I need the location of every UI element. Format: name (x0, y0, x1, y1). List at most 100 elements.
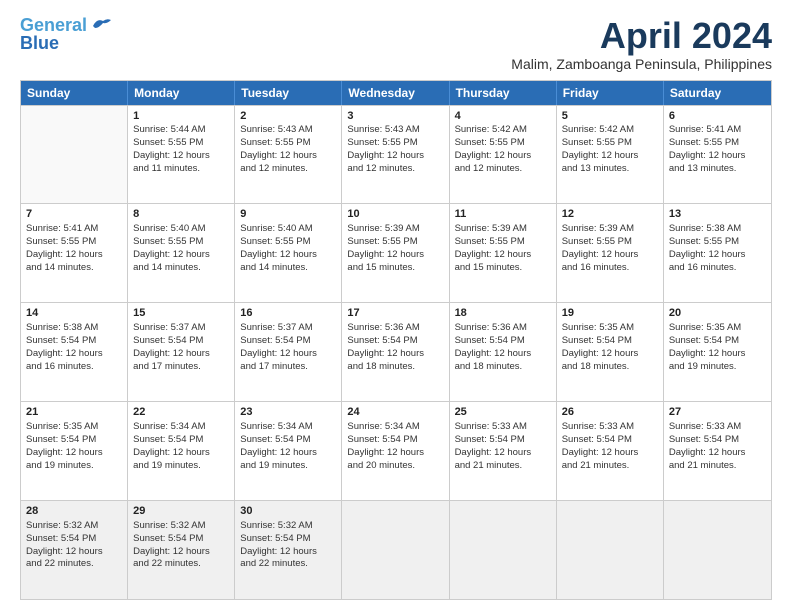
day-number: 9 (240, 207, 336, 222)
daylight-label: Daylight: 12 hours (669, 348, 746, 359)
daylight-minutes: and 14 minutes. (240, 262, 308, 273)
daylight-minutes: and 21 minutes. (562, 460, 630, 471)
sunrise-label: Sunrise: 5:40 AM (240, 223, 312, 234)
day-number: 24 (347, 405, 443, 420)
day-number: 30 (240, 504, 336, 519)
sunset-label: Sunset: 5:55 PM (455, 137, 525, 148)
daylight-minutes: and 13 minutes. (562, 163, 630, 174)
daylight-minutes: and 22 minutes. (240, 558, 308, 569)
sunset-label: Sunset: 5:54 PM (26, 533, 96, 544)
calendar-grid: SundayMondayTuesdayWednesdayThursdayFrid… (20, 80, 772, 600)
calendar-cell: 30Sunrise: 5:32 AMSunset: 5:54 PMDayligh… (235, 501, 342, 599)
sunrise-label: Sunrise: 5:44 AM (133, 124, 205, 135)
sunrise-label: Sunrise: 5:41 AM (26, 223, 98, 234)
calendar-body: 1Sunrise: 5:44 AMSunset: 5:55 PMDaylight… (21, 105, 771, 599)
sunset-label: Sunset: 5:55 PM (347, 137, 417, 148)
sunset-label: Sunset: 5:55 PM (240, 137, 310, 148)
day-number: 19 (562, 306, 658, 321)
sunrise-label: Sunrise: 5:36 AM (455, 322, 527, 333)
calendar-cell: 13Sunrise: 5:38 AMSunset: 5:55 PMDayligh… (664, 204, 771, 302)
sunset-label: Sunset: 5:54 PM (455, 434, 525, 445)
sunset-label: Sunset: 5:54 PM (26, 335, 96, 346)
calendar-week: 1Sunrise: 5:44 AMSunset: 5:55 PMDaylight… (21, 105, 771, 204)
day-number: 5 (562, 109, 658, 124)
sunrise-label: Sunrise: 5:38 AM (669, 223, 741, 234)
sunset-label: Sunset: 5:55 PM (26, 236, 96, 247)
day-number: 14 (26, 306, 122, 321)
calendar-cell (342, 501, 449, 599)
day-number: 11 (455, 207, 551, 222)
daylight-label: Daylight: 12 hours (133, 447, 210, 458)
sunrise-label: Sunrise: 5:39 AM (562, 223, 634, 234)
sunset-label: Sunset: 5:55 PM (240, 236, 310, 247)
calendar-cell: 22Sunrise: 5:34 AMSunset: 5:54 PMDayligh… (128, 402, 235, 500)
calendar-cell: 4Sunrise: 5:42 AMSunset: 5:55 PMDaylight… (450, 106, 557, 204)
daylight-label: Daylight: 12 hours (26, 447, 103, 458)
daylight-minutes: and 19 minutes. (26, 460, 94, 471)
daylight-label: Daylight: 12 hours (240, 447, 317, 458)
day-number: 16 (240, 306, 336, 321)
daylight-label: Daylight: 12 hours (133, 249, 210, 260)
daylight-label: Daylight: 12 hours (455, 249, 532, 260)
daylight-label: Daylight: 12 hours (347, 447, 424, 458)
sunrise-label: Sunrise: 5:42 AM (455, 124, 527, 135)
calendar-cell (664, 501, 771, 599)
weekday-header: Thursday (450, 81, 557, 105)
calendar-cell (450, 501, 557, 599)
daylight-minutes: and 11 minutes. (133, 163, 200, 174)
calendar-cell: 7Sunrise: 5:41 AMSunset: 5:55 PMDaylight… (21, 204, 128, 302)
calendar-cell: 12Sunrise: 5:39 AMSunset: 5:55 PMDayligh… (557, 204, 664, 302)
logo: GeneralBlue (20, 16, 113, 52)
daylight-label: Daylight: 12 hours (26, 348, 103, 359)
weekday-header: Tuesday (235, 81, 342, 105)
calendar-cell: 26Sunrise: 5:33 AMSunset: 5:54 PMDayligh… (557, 402, 664, 500)
sunrise-label: Sunrise: 5:34 AM (133, 421, 205, 432)
sunset-label: Sunset: 5:54 PM (669, 335, 739, 346)
daylight-label: Daylight: 12 hours (347, 150, 424, 161)
daylight-minutes: and 22 minutes. (133, 558, 201, 569)
daylight-minutes: and 20 minutes. (347, 460, 415, 471)
daylight-minutes: and 21 minutes. (455, 460, 523, 471)
calendar-cell: 6Sunrise: 5:41 AMSunset: 5:55 PMDaylight… (664, 106, 771, 204)
daylight-minutes: and 17 minutes. (240, 361, 308, 372)
daylight-label: Daylight: 12 hours (562, 447, 639, 458)
sunrise-label: Sunrise: 5:43 AM (347, 124, 419, 135)
calendar-cell (557, 501, 664, 599)
calendar-cell: 24Sunrise: 5:34 AMSunset: 5:54 PMDayligh… (342, 402, 449, 500)
day-number: 26 (562, 405, 658, 420)
calendar-cell: 5Sunrise: 5:42 AMSunset: 5:55 PMDaylight… (557, 106, 664, 204)
daylight-minutes: and 17 minutes. (133, 361, 201, 372)
calendar-cell: 18Sunrise: 5:36 AMSunset: 5:54 PMDayligh… (450, 303, 557, 401)
sunrise-label: Sunrise: 5:33 AM (455, 421, 527, 432)
calendar-week: 21Sunrise: 5:35 AMSunset: 5:54 PMDayligh… (21, 401, 771, 500)
sunrise-label: Sunrise: 5:40 AM (133, 223, 205, 234)
calendar-cell: 25Sunrise: 5:33 AMSunset: 5:54 PMDayligh… (450, 402, 557, 500)
sunset-label: Sunset: 5:54 PM (455, 335, 525, 346)
sunset-label: Sunset: 5:54 PM (133, 335, 203, 346)
daylight-minutes: and 19 minutes. (669, 361, 737, 372)
sunset-label: Sunset: 5:55 PM (347, 236, 417, 247)
daylight-label: Daylight: 12 hours (240, 348, 317, 359)
sunrise-label: Sunrise: 5:36 AM (347, 322, 419, 333)
calendar-week: 14Sunrise: 5:38 AMSunset: 5:54 PMDayligh… (21, 302, 771, 401)
sunrise-label: Sunrise: 5:34 AM (240, 421, 312, 432)
daylight-label: Daylight: 12 hours (240, 150, 317, 161)
sunrise-label: Sunrise: 5:34 AM (347, 421, 419, 432)
logo-bird-icon (91, 16, 113, 34)
day-number: 7 (26, 207, 122, 222)
daylight-minutes: and 18 minutes. (455, 361, 523, 372)
weekday-header: Wednesday (342, 81, 449, 105)
calendar-cell (21, 106, 128, 204)
sunrise-label: Sunrise: 5:43 AM (240, 124, 312, 135)
daylight-label: Daylight: 12 hours (133, 348, 210, 359)
sunset-label: Sunset: 5:54 PM (133, 533, 203, 544)
calendar-cell: 15Sunrise: 5:37 AMSunset: 5:54 PMDayligh… (128, 303, 235, 401)
day-number: 6 (669, 109, 766, 124)
calendar-cell: 11Sunrise: 5:39 AMSunset: 5:55 PMDayligh… (450, 204, 557, 302)
day-number: 27 (669, 405, 766, 420)
calendar-cell: 2Sunrise: 5:43 AMSunset: 5:55 PMDaylight… (235, 106, 342, 204)
daylight-minutes: and 16 minutes. (562, 262, 630, 273)
calendar-cell: 3Sunrise: 5:43 AMSunset: 5:55 PMDaylight… (342, 106, 449, 204)
daylight-minutes: and 16 minutes. (669, 262, 737, 273)
daylight-label: Daylight: 12 hours (562, 150, 639, 161)
